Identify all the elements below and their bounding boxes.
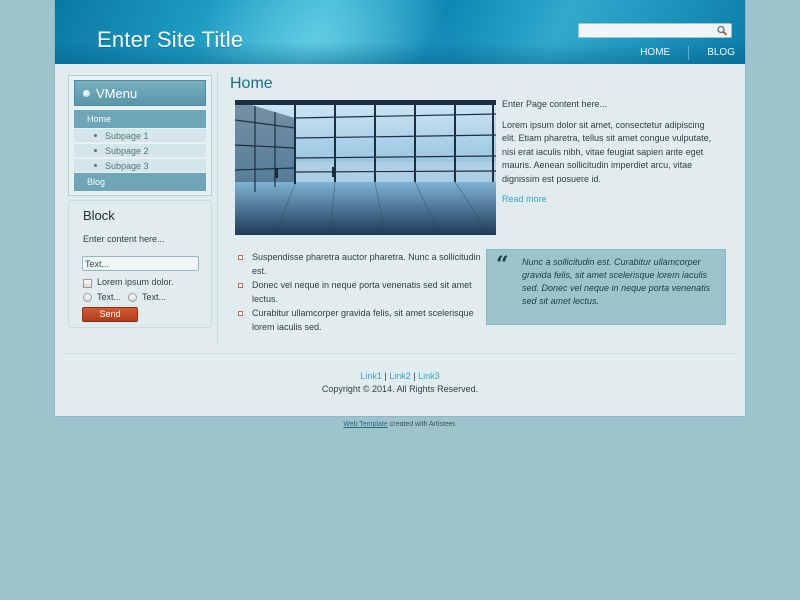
bullet-icon — [94, 134, 97, 138]
nav-item-home[interactable]: HOME — [640, 44, 670, 62]
blockquote: “ Nunc a sollicitudin est. Curabitur ull… — [486, 249, 726, 325]
block-text: Enter content here... — [83, 234, 165, 244]
vmenu-title: VMenu — [96, 86, 138, 101]
footer-divider — [64, 353, 738, 354]
footer-link-2[interactable]: Link2 — [389, 371, 411, 381]
vmenu-item-subpage-1[interactable]: Subpage 1 — [74, 128, 206, 142]
send-button[interactable]: Send — [82, 307, 138, 322]
footer-link-separator: | — [413, 371, 416, 381]
list-item: Donec vel neque in neque porta venenatis… — [238, 279, 483, 306]
template-credit: Web Template created with Artisteer. — [0, 421, 800, 428]
footer-link-3[interactable]: Link3 — [418, 371, 440, 381]
web-template-link[interactable]: Web Template — [343, 421, 388, 428]
square-bullet-icon — [238, 255, 243, 260]
credit-text: created with Artisteer. — [387, 421, 457, 428]
list-item-text: Suspendisse pharetra auctor pharetra. Nu… — [252, 252, 481, 276]
sidebar-block: Block Enter content here... Lorem ipsum … — [68, 200, 212, 328]
vmenu-block: VMenu Home Subpage 1 Subpage 2 Subpage 3… — [68, 75, 212, 196]
nav-separator — [688, 46, 690, 60]
intro-text: Enter Page content here... Lorem ipsum d… — [502, 98, 712, 214]
bullet-icon — [94, 149, 97, 153]
block-text-input[interactable] — [82, 256, 199, 271]
checkbox[interactable] — [83, 279, 92, 288]
vmenu-item-label: Subpage 1 — [105, 131, 149, 141]
vmenu-item-subpage-2[interactable]: Subpage 2 — [74, 143, 206, 157]
search-box[interactable] — [578, 23, 732, 38]
search-input[interactable] — [581, 25, 711, 36]
copyright-text: Copyright © 2014. All Rights Reserved. — [321, 384, 479, 394]
bullet-icon — [94, 164, 97, 168]
hero-image — [235, 100, 496, 235]
quote-text: Nunc a sollicitudin est. Curabitur ullam… — [522, 257, 711, 306]
block-title: Block — [83, 208, 115, 223]
footer-link-1[interactable]: Link1 — [360, 371, 382, 381]
vmenu-header: VMenu — [74, 80, 206, 106]
list-item-text: Curabitur ullamcorper gravida felis, sit… — [252, 308, 474, 332]
list-item-text: Donec vel neque in neque porta venenatis… — [252, 280, 472, 304]
bullet-icon — [83, 90, 90, 97]
list-item: Curabitur ullamcorper gravida felis, sit… — [238, 307, 483, 334]
list-item: Suspendisse pharetra auctor pharetra. Nu… — [238, 251, 483, 278]
read-more-link[interactable]: Read more — [502, 194, 547, 204]
footer-links: Link1 | Link2 | Link3 — [55, 371, 745, 381]
square-bullet-icon — [238, 311, 243, 316]
intro-lead: Enter Page content here... — [502, 99, 608, 109]
sidebar-divider — [217, 72, 218, 343]
page-title: Home — [230, 75, 273, 92]
nav-item-blog[interactable]: BLOG — [707, 44, 735, 62]
search-icon[interactable] — [716, 25, 728, 36]
radio-label-1: Text... — [97, 292, 122, 302]
top-navigation: HOME BLOG — [640, 44, 735, 62]
radio-button-2[interactable] — [128, 293, 137, 302]
site-title: Enter Site Title — [97, 27, 244, 52]
site-header: Enter Site Title HOME BLOG — [55, 0, 745, 64]
vmenu-item-home[interactable]: Home — [74, 110, 206, 128]
square-bullet-icon — [238, 283, 243, 288]
bullet-list: Suspendisse pharetra auctor pharetra. Nu… — [238, 251, 483, 335]
radio-button-1[interactable] — [83, 293, 92, 302]
page-sheet: Enter Site Title HOME BLOG VMenu Home Su… — [54, 0, 746, 417]
radio-label-2: Text... — [142, 292, 167, 302]
vmenu-item-subpage-3[interactable]: Subpage 3 — [74, 158, 206, 172]
vmenu-item-label: Subpage 3 — [105, 161, 149, 171]
footer-link-separator: | — [384, 371, 387, 381]
intro-body: Lorem ipsum dolor sit amet, consectetur … — [502, 119, 712, 184]
vmenu-item-blog[interactable]: Blog — [74, 173, 206, 191]
vmenu-item-label: Subpage 2 — [105, 146, 149, 156]
quote-mark-icon: “ — [496, 252, 509, 278]
checkbox-label: Lorem ipsum dolor. — [97, 277, 174, 287]
